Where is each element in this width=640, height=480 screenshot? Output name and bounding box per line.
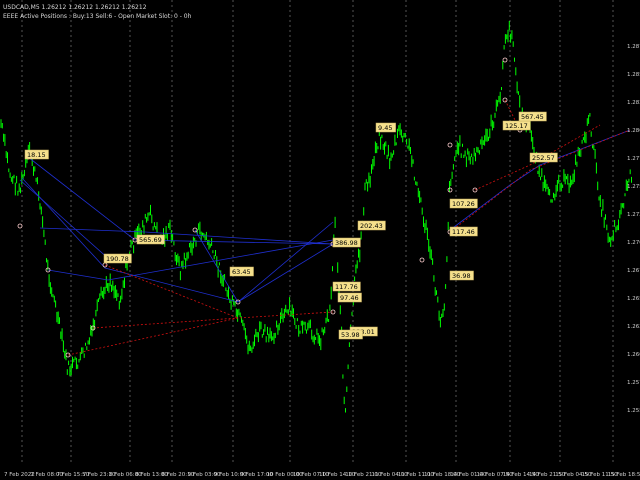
- trade-label-text: 386.98: [335, 239, 358, 247]
- price-tick: 1.2825: [627, 100, 640, 106]
- trade-label-text: 117.46: [452, 228, 475, 236]
- sell-line: [449, 129, 631, 233]
- trade-label: 36.98: [449, 270, 474, 281]
- trade-label: 53.98: [338, 329, 363, 340]
- price-tick: 1.2700: [627, 240, 640, 246]
- sell-line: [92, 317, 239, 329]
- trade-label: 252.57: [529, 152, 558, 163]
- trade-label: 9.45: [375, 122, 396, 133]
- trade-label-text: 202.43: [360, 222, 383, 230]
- trade-label: 117.76: [332, 281, 361, 292]
- trade-marker: [502, 57, 508, 63]
- buy-line: [39, 227, 334, 245]
- buy-line: [19, 179, 111, 261]
- trade-label-text: 565.69: [139, 236, 162, 244]
- positions-info: EEEE Active Positions : Buy:13 Sell:6 - …: [3, 13, 192, 20]
- trade-label: 117.46: [449, 226, 478, 237]
- price-tick: 1.2750: [627, 184, 640, 190]
- price-tick: 1.2625: [627, 324, 640, 330]
- trade-marker: [419, 257, 425, 263]
- trade-label-text: 53.98: [341, 331, 360, 339]
- price-tick: 1.2600: [627, 352, 640, 358]
- chart-header: USDCAD,M5 1.26212 1.26212 1.26212 1.2621…: [3, 3, 191, 21]
- price-tick: 1.2775: [627, 156, 640, 162]
- trade-marker: [447, 142, 453, 148]
- price-axis: 1.2875 1.2850 1.2825 1.2800 1.2775 1.2750 1.27…: [627, 44, 640, 414]
- trade-label: 107.26: [449, 198, 478, 209]
- trade-labels: 18.15 565.69 190.78 63.45 386.98 202.43 117.76…: [24, 111, 558, 340]
- price-chart[interactable]: 18.15 565.69 190.78 63.45 386.98 202.43 117.76…: [0, 0, 640, 480]
- trade-label-text: 97.46: [340, 294, 359, 302]
- chart-window[interactable]: USDCAD,M5 1.26212 1.26212 1.26212 1.2621…: [0, 0, 640, 480]
- candle-series: [0, 21, 632, 413]
- price-tick: 1.2800: [627, 128, 640, 134]
- buy-line: [194, 221, 334, 303]
- trade-label: 386.98: [332, 237, 361, 248]
- trade-label-text: 9.45: [378, 124, 392, 132]
- trade-label: 63.45: [229, 266, 254, 277]
- trade-label-text: 252.57: [532, 154, 555, 162]
- trade-label-text: 567.45: [521, 113, 544, 121]
- price-tick: 1.2650: [627, 296, 640, 302]
- trade-label-text: 63.45: [232, 268, 251, 276]
- trade-label-text: 117.76: [335, 283, 358, 291]
- trade-label-text: 125.17: [505, 122, 528, 130]
- trade-lines: [19, 99, 631, 356]
- trade-label-text: 107.26: [452, 200, 475, 208]
- time-tick: 15 Feb 18:50: [608, 472, 640, 478]
- trade-label-text: 190.78: [106, 255, 129, 263]
- trade-label: 202.43: [357, 220, 386, 231]
- trade-label: 97.46: [337, 292, 362, 303]
- trade-label: 18.15: [24, 149, 49, 160]
- trade-marker: [17, 223, 23, 229]
- trade-label: 190.78: [103, 253, 132, 264]
- price-tick: 1.2575: [627, 380, 640, 386]
- trade-label: 565.69: [136, 234, 165, 245]
- buy-line: [21, 177, 334, 303]
- price-tick: 1.2850: [627, 72, 640, 78]
- trade-label: 567.45: [518, 111, 547, 122]
- trade-label-text: 36.98: [452, 272, 471, 280]
- trade-label-text: 18.15: [27, 151, 46, 159]
- price-tick: 1.2550: [627, 408, 640, 414]
- price-tick: 1.2875: [627, 44, 640, 50]
- symbol-info: USDCAD,M5 1.26212 1.26212 1.26212 1.2621…: [3, 4, 147, 11]
- price-tick: 1.2725: [627, 212, 640, 218]
- price-tick: 1.2675: [627, 268, 640, 274]
- time-axis: 7 Feb 20227 Feb 08:007 Feb 15:507 Feb 23…: [4, 472, 640, 478]
- buy-line: [27, 156, 334, 245]
- trade-label: 125.17: [502, 120, 531, 131]
